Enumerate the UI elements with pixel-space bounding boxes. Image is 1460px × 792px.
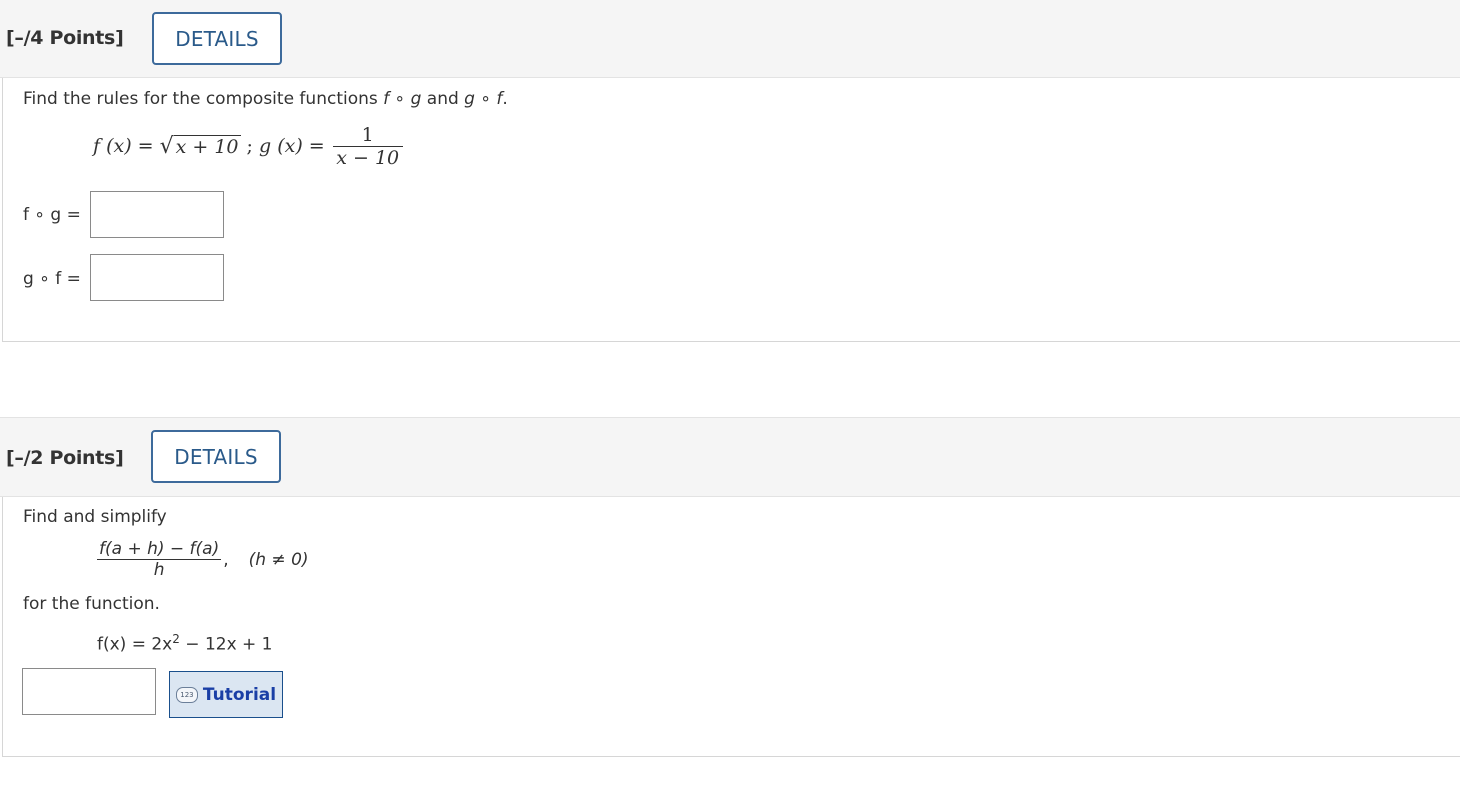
prompt-gof: g ∘ f [464,89,503,109]
question-prompt: Find the rules for the composite functio… [23,89,508,109]
question-1-body: Find the rules for the composite functio… [2,78,1460,342]
details-button[interactable]: DETAILS [152,12,282,65]
gof-answer-input[interactable] [90,254,224,301]
details-button[interactable]: DETAILS [151,430,281,483]
function-exponent: 2 [172,632,180,646]
answer-input[interactable] [22,668,156,715]
difference-quotient: f(a + h) − f(a) h , (h ≠ 0) [97,539,309,580]
f-radicand: x + 10 [173,134,241,158]
question-prompt: Find and simplify [23,507,167,527]
function-expression: f(x) = 2x2 − 12x + 1 [97,632,273,655]
fog-label: f ∘ g = [23,205,81,225]
function-lhs: f(x) = 2x [97,634,173,655]
fog-answer-input[interactable] [90,191,224,238]
condition-text: (h ≠ 0) [248,549,309,570]
gof-label: g ∘ f = [23,269,81,289]
tutorial-label: Tutorial [202,684,277,705]
prompt-text: Find the rules for the composite functio… [23,89,384,109]
sqrt-sign: √ [159,133,174,159]
g-fraction: 1 x − 10 [332,123,403,169]
f-lhs: f (x) = [93,135,154,157]
g-lhs: g (x) = [259,135,325,157]
g-numerator: 1 [361,123,374,146]
question-2-header: [–/2 Points] DETAILS [0,417,1460,497]
eq-separator: ; [240,135,259,157]
tutorial-icon: 123 [175,686,198,703]
prompt-end: . [502,89,508,109]
question-1-header: [–/4 Points] DETAILS [0,0,1460,78]
prompt-and: and [421,89,465,109]
tutorial-button[interactable]: 123 Tutorial [169,671,283,718]
for-function-text: for the function. [23,594,160,614]
quotient-comma: , [223,549,229,570]
points-label: [–/4 Points] [6,27,124,49]
question-2-body: Find and simplify f(a + h) − f(a) h , (h… [2,497,1460,757]
quotient-fraction: f(a + h) − f(a) h [97,539,222,580]
prompt-fog: f ∘ g [383,89,422,109]
function-definitions: f (x) = √ x + 10 ; g (x) = 1 x − 10 [93,118,403,174]
g-denominator: x − 10 [332,145,403,169]
function-rhs: − 12x + 1 [179,634,273,655]
quotient-numerator: f(a + h) − f(a) [99,539,220,559]
points-label: [–/2 Points] [6,447,124,469]
quotient-denominator: h [97,559,222,580]
